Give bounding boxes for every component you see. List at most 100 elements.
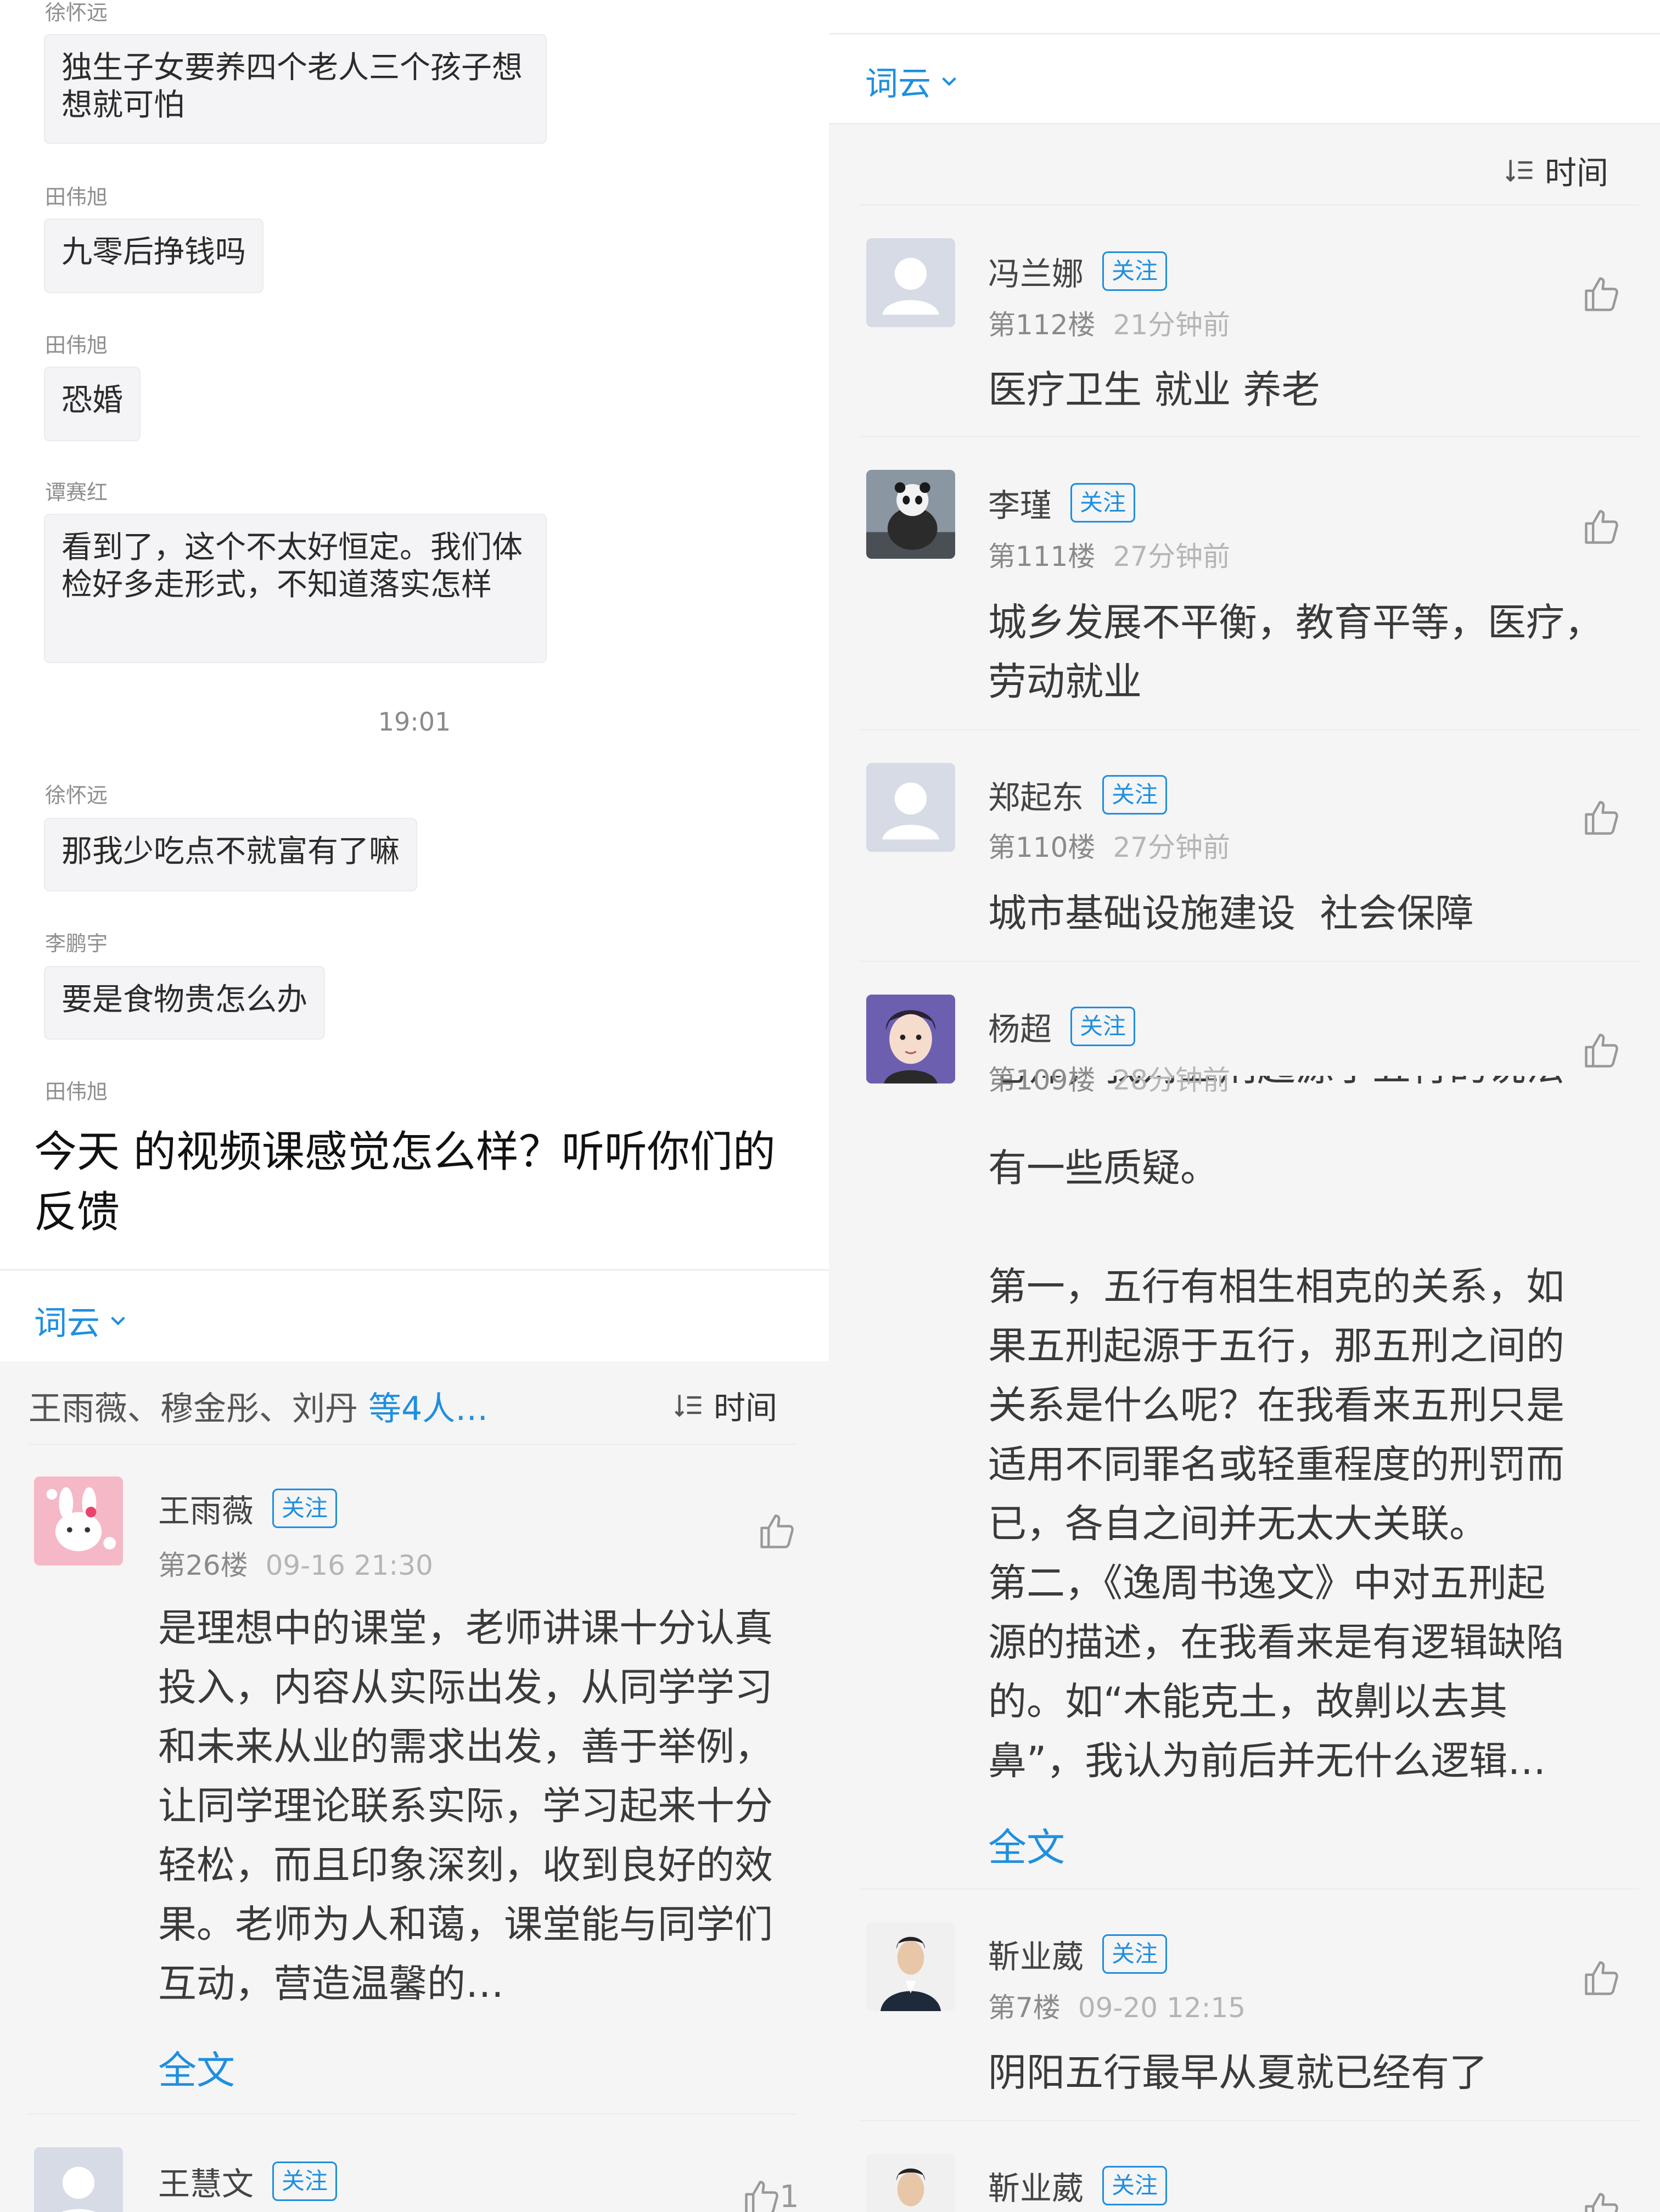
avatar[interactable] [866, 763, 955, 852]
like-button[interactable] [756, 1511, 798, 1552]
floor-number: 第109楼 [988, 1064, 1096, 1096]
thumbs-up-icon [1585, 801, 1618, 835]
text-line: 源的描述，在我看来是有逻辑缺陷 [988, 1620, 1564, 1665]
follow-button[interactable]: 关注 [1102, 2166, 1168, 2205]
comment-time: 27分钟前 [1113, 541, 1231, 572]
divider [829, 33, 1660, 35]
comment-text: 医疗卫生 就业 养老 [988, 367, 1320, 412]
word-cloud-toggle[interactable]: 词云 [34, 1296, 127, 1344]
author-name[interactable]: 靳业葳 [988, 2163, 1084, 2209]
floor-number: 第111楼 [988, 541, 1096, 572]
like-button[interactable] [1581, 506, 1623, 548]
follow-button[interactable]: 关注 [1102, 251, 1168, 291]
like-button[interactable] [1581, 2189, 1623, 2212]
message-bubble: 九零后挣钱吗 [44, 218, 263, 293]
comment-meta: 第109楼 28分钟前 [988, 1058, 1230, 1098]
time-divider: 19:01 [378, 707, 451, 737]
follow-button[interactable]: 关注 [1102, 775, 1168, 815]
sort-label: 时间 [1545, 154, 1609, 192]
avatar[interactable] [866, 995, 955, 1083]
floor-number: 第112楼 [988, 309, 1096, 341]
comment-time: 27分钟前 [1113, 832, 1231, 863]
message-sender: 徐怀远 [45, 783, 108, 807]
author-name[interactable]: 李瑾 [988, 480, 1052, 526]
avatar[interactable] [866, 2154, 955, 2212]
author-name[interactable]: 杨超 [988, 1003, 1052, 1049]
comment-meta: 第112楼 21分钟前 [988, 303, 1230, 343]
thumbs-up-icon [1585, 2193, 1618, 2212]
comment-time: 09-16 21:30 [265, 1549, 433, 1581]
message-bubble: 独生子女要养四个老人三个孩子想想就可怕 [44, 34, 547, 144]
avatar[interactable] [866, 470, 955, 559]
left-pane: 徐怀远 独生子女要养四个老人三个孩子想想就可怕 田伟旭 九零后挣钱吗 田伟旭 恐… [0, 0, 829, 2212]
comment-time: 21分钟前 [1113, 309, 1231, 341]
default-user-icon [866, 763, 955, 852]
comment-text: 城市基础设施建设 社会保障 [988, 891, 1474, 936]
divider [860, 204, 1639, 206]
chevron-down-icon [942, 77, 956, 86]
avatar[interactable] [866, 238, 955, 327]
cartoon-avatar-icon [34, 1476, 123, 1565]
divider [29, 2113, 796, 2115]
avatar[interactable] [866, 1922, 955, 2011]
follow-button[interactable]: 关注 [272, 2162, 338, 2201]
text-line: 的。如“木能克土，故劓以去其 [988, 1679, 1508, 1724]
full-text-link[interactable]: 全文 [158, 2040, 235, 2095]
divider [860, 1888, 1639, 1890]
word-cloud-toggle[interactable]: 词云 [865, 57, 958, 105]
follow-button[interactable]: 关注 [1070, 1007, 1136, 1046]
floor-number: 第110楼 [988, 832, 1096, 863]
text-line: 关系是什么呢？在我看来五刑只是 [988, 1383, 1564, 1428]
comment-text: 城乡发展不平衡，教育平等，医疗，劳动就业 [988, 600, 1603, 704]
man-photo-avatar-icon [866, 1922, 955, 2011]
panda-avatar-icon [866, 470, 955, 559]
comment-meta: 第111楼 27分钟前 [988, 535, 1230, 574]
comment-time: 28分钟前 [1113, 1064, 1231, 1096]
text-line: 已，各自之间并无太大关联。 [988, 1501, 1488, 1546]
avatar[interactable] [34, 2147, 123, 2212]
sort-icon [1506, 160, 1533, 182]
thumbs-up-icon [745, 2181, 778, 2212]
like-button[interactable] [741, 2177, 783, 2212]
follow-button[interactable]: 关注 [1070, 483, 1136, 523]
like-count: 1 [779, 2179, 799, 2212]
comment-meta: 第26楼 09-16 21:30 [158, 1543, 433, 1583]
teacher-question: 今天 的视频课感觉怎么样？听听你们的反馈 [34, 1127, 776, 1237]
follow-button[interactable]: 关注 [1102, 1934, 1168, 1974]
like-button[interactable] [1581, 797, 1623, 839]
default-user-icon [866, 238, 955, 327]
message-bubble: 看到了，这个不太好恒定。我们体检好多走形式，不知道落实怎样 [44, 514, 547, 663]
sort-by-time-button[interactable]: 时间 [673, 1382, 777, 1428]
comment-author: 靳业葳 关注 [988, 1931, 1168, 1977]
follow-button[interactable]: 关注 [272, 1489, 338, 1528]
author-name[interactable]: 靳业葳 [988, 1931, 1084, 1977]
comment-author: 郑起东 关注 [988, 772, 1168, 818]
comment-time: 09-20 12:15 [1078, 1992, 1246, 2024]
floor-number: 第26楼 [158, 1549, 248, 1581]
full-text-link[interactable]: 全文 [988, 1817, 1065, 1872]
comment-author: 靳业葳 关注 [988, 2163, 1168, 2209]
text-line [988, 1198, 1636, 1257]
divider [860, 729, 1639, 731]
author-name[interactable]: 王雨薇 [158, 1485, 254, 1531]
like-button[interactable] [1581, 1030, 1623, 1071]
message-sender: 谭赛红 [45, 480, 108, 504]
likes-more-link[interactable]: 等4人… [368, 1390, 488, 1428]
like-button[interactable] [1581, 273, 1623, 315]
text-line: 适用不同罪名或轻重程度的刑罚而 [988, 1442, 1564, 1487]
avatar[interactable] [34, 1476, 123, 1565]
text-line: 第一，五行有相生相克的关系，如 [988, 1264, 1564, 1309]
likes-summary[interactable]: 王雨薇、穆金彤、刘丹 等4人… [29, 1382, 488, 1430]
text-line: 有一些质疑。 [988, 1146, 1219, 1191]
author-name[interactable]: 冯兰娜 [988, 248, 1084, 294]
divider [0, 1269, 829, 1271]
like-button[interactable] [1581, 1957, 1623, 1999]
comment-meta: 第7楼 09-20 12:15 [988, 1986, 1246, 2025]
divider [829, 123, 1660, 125]
divider [860, 2120, 1639, 2121]
divider [860, 436, 1639, 437]
author-name[interactable]: 王慧文 [158, 2158, 254, 2204]
author-name[interactable]: 郑起东 [988, 772, 1084, 818]
sort-by-time-button[interactable]: 时间 [1504, 147, 1608, 193]
message-sender: 田伟旭 [45, 185, 108, 209]
